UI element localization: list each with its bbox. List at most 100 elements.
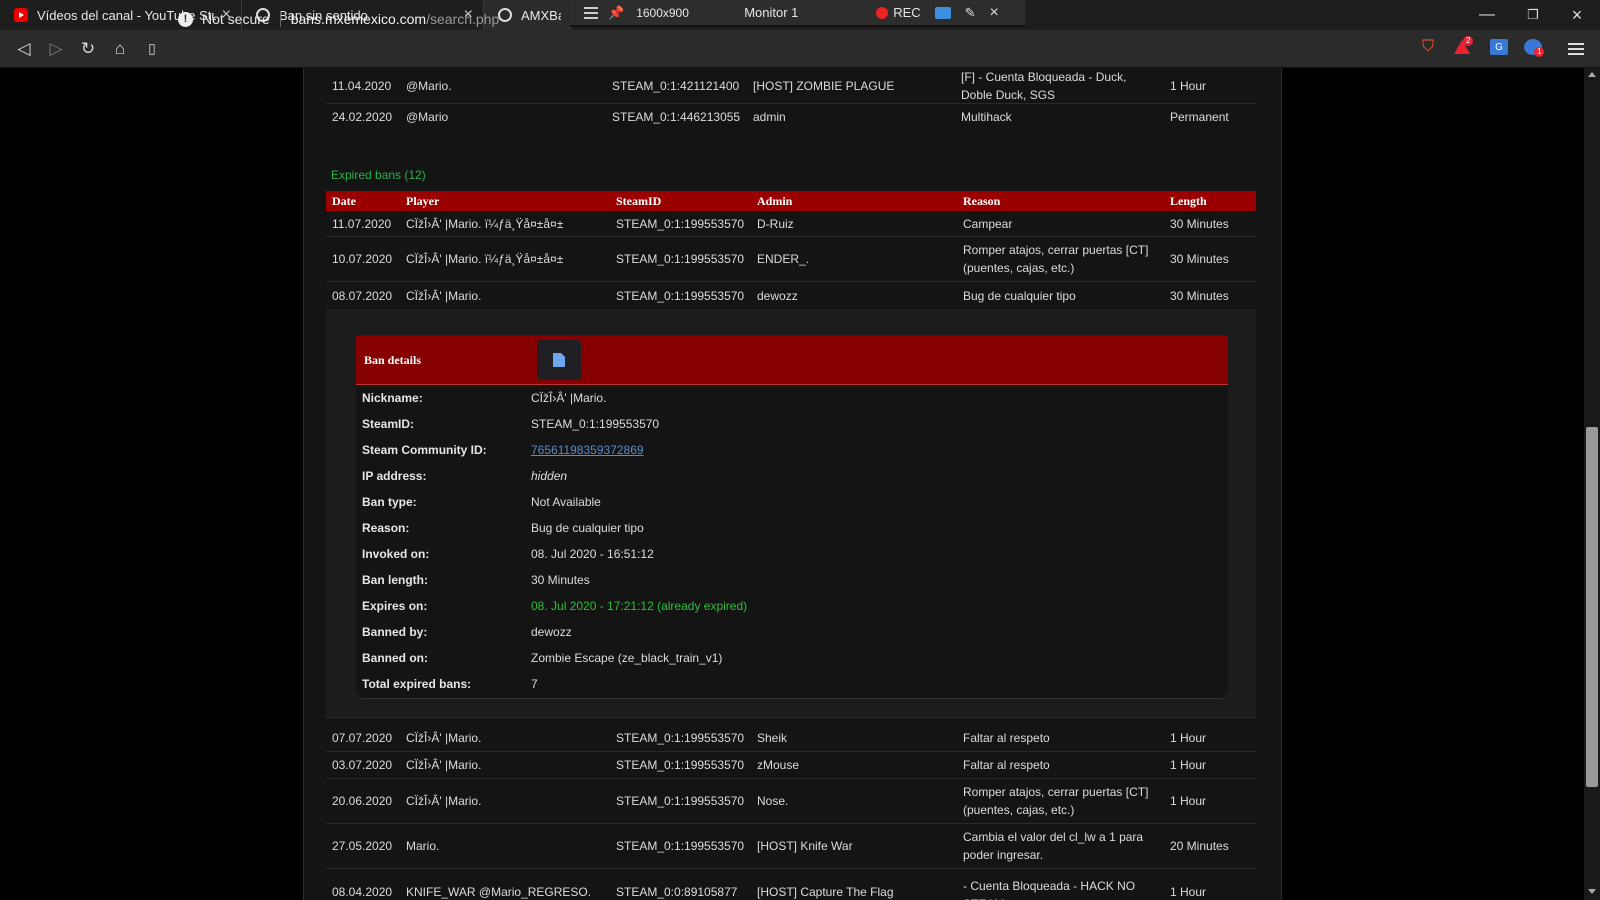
- table-row[interactable]: 11.04.2020 @Mario. STEAM_0:1:421121400 […: [326, 68, 1256, 104]
- ban-admin: admin: [753, 110, 786, 124]
- table-row[interactable]: 11.07.2020 CÏžÎ›Â' |Mario. ï¼ƒä¸Ÿå¤±å¤± …: [326, 211, 1256, 237]
- ban-player: CÏžÎ›Â' |Mario.: [406, 731, 482, 745]
- detail-reason: Bug de cualquier tipo: [531, 521, 644, 535]
- ban-date: 27.05.2020: [332, 839, 393, 853]
- youtube-icon: [14, 8, 28, 22]
- table-row[interactable]: 20.06.2020 CÏžÎ›Â' |Mario. STEAM_0:1:199…: [326, 779, 1256, 824]
- ban-reason: Multihack: [961, 110, 1012, 124]
- ban-reason: Romper atajos, cerrar puertas [CT] (puen…: [963, 243, 1149, 275]
- info-warning-icon[interactable]: !: [178, 11, 193, 27]
- table-header: Date Player SteamID Admin Reason Length: [326, 191, 1256, 211]
- minimize-icon[interactable]: —: [1464, 0, 1510, 30]
- detail-invoked: 08. Jul 2020 - 16:51:12: [531, 547, 654, 561]
- bookmark-icon[interactable]: ▯: [136, 33, 168, 65]
- detail-ip: hidden: [531, 469, 568, 483]
- ban-steamid: STEAM_0:1:199553570: [616, 216, 745, 231]
- detail-steamid: STEAM_0:1:199553570: [531, 417, 660, 431]
- scrollbar-thumb[interactable]: [1586, 427, 1598, 787]
- ban-details-header: Ban details: [356, 335, 1228, 385]
- ban-player: CÏžÎ›Â' |Mario. ï¼ƒä¸Ÿå¤±å¤±: [406, 216, 564, 231]
- ban-length: 30 Minutes: [1170, 216, 1229, 231]
- steam-community-link[interactable]: 76561198359372869: [531, 443, 644, 457]
- ban-reason: Faltar al respeto: [963, 731, 1050, 745]
- security-label[interactable]: Not secure: [202, 11, 270, 27]
- ban-player: @Mario.: [406, 78, 452, 93]
- ban-admin: dewozz: [757, 288, 798, 303]
- detail-label: Reason:: [362, 521, 410, 535]
- detail-label: Ban type:: [362, 495, 417, 509]
- url-field[interactable]: ! Not secure bans.mxemexico.com /search.…: [178, 7, 1413, 31]
- ban-details-panel: Ban details Nickname: CÏžÎ›Â' |Mario. St…: [356, 335, 1228, 698]
- ban-length: 30 Minutes: [1170, 288, 1229, 303]
- column-date: Date: [332, 194, 356, 208]
- table-row[interactable]: 08.04.2020 KNIFE_WAR @Mario_REGRESO. STE…: [326, 869, 1256, 900]
- ban-steamid: STEAM_0:1:199553570: [616, 731, 745, 745]
- column-steamid: SteamID: [616, 194, 662, 208]
- ban-admin: [HOST] Capture The Flag: [757, 884, 894, 899]
- scroll-down-icon[interactable]: [1588, 889, 1596, 894]
- ban-steamid: STEAM_0:1:199553570: [616, 288, 745, 303]
- detail-label: IP address:: [362, 469, 427, 483]
- ban-steamid: STEAM_0:1:446213055: [612, 110, 741, 124]
- reload-icon[interactable]: ↻: [72, 33, 104, 65]
- url-path: /search.php: [426, 11, 500, 27]
- restore-icon[interactable]: ❐: [1510, 0, 1556, 30]
- adblock-icon[interactable]: 2: [1452, 36, 1474, 56]
- ban-steamid: STEAM_0:1:199553570: [616, 252, 745, 266]
- ban-length: Permanent: [1170, 110, 1229, 124]
- ban-date: 10.07.2020: [332, 252, 393, 266]
- table-row[interactable]: 24.02.2020 @Mario STEAM_0:1:446213055 ad…: [326, 104, 1256, 130]
- ban-length: 1 Hour: [1170, 731, 1207, 745]
- window-close-icon[interactable]: ×: [1554, 0, 1600, 30]
- detail-label: Banned on:: [362, 651, 428, 665]
- table-row-selected[interactable]: 08.07.2020 CÏžÎ›Â' |Mario. STEAM_0:1:199…: [326, 282, 1256, 309]
- ban-length: 1 Hour: [1170, 794, 1207, 808]
- ban-reason: Bug de cualquier tipo: [963, 288, 1076, 303]
- ban-admin: [HOST] ZOMBIE PLAGUE: [753, 78, 895, 93]
- detail-ban-type: Not Available: [531, 495, 601, 509]
- home-icon[interactable]: ⌂: [104, 33, 136, 65]
- ban-date: 07.07.2020: [332, 731, 393, 745]
- forward-icon[interactable]: ▷: [40, 33, 72, 65]
- ban-steamid: STEAM_0:1:199553570: [616, 794, 745, 808]
- ban-player: @Mario: [406, 110, 449, 124]
- ban-player: CÏžÎ›Â' |Mario.: [406, 794, 482, 808]
- ban-details-title: Ban details: [364, 353, 422, 367]
- browser-menu-icon[interactable]: [1568, 40, 1584, 58]
- table-row[interactable]: 27.05.2020 Mario. STEAM_0:1:199553570 [H…: [326, 824, 1256, 869]
- brave-shield-icon[interactable]: ⛉: [1418, 38, 1438, 56]
- table-row[interactable]: 03.07.2020 CÏžÎ›Â' |Mario. STEAM_0:1:199…: [326, 752, 1256, 779]
- ban-length: 1 Hour: [1170, 78, 1207, 93]
- table-row[interactable]: 07.07.2020 CÏžÎ›Â' |Mario. STEAM_0:1:199…: [326, 725, 1256, 752]
- ban-length: 30 Minutes: [1170, 252, 1229, 266]
- ban-player: CÏžÎ›Â' |Mario.: [406, 758, 482, 772]
- document-icon: [553, 353, 565, 367]
- ban-reason: [F] - Cuenta Bloqueada - Duck, Doble Duc…: [961, 69, 1127, 102]
- back-icon[interactable]: ◁: [8, 33, 40, 65]
- view-document-button[interactable]: [537, 340, 581, 380]
- ban-reason: Cambia el valor del cl_lw a 1 para poder…: [963, 830, 1144, 862]
- ban-player: CÏžÎ›Â' |Mario. ï¼ƒä¸Ÿå¤±å¤±: [406, 252, 564, 266]
- page-scrollbar[interactable]: [1584, 68, 1600, 900]
- divider: [279, 11, 281, 27]
- ban-admin: [HOST] Knife War: [757, 839, 853, 853]
- detail-label: Nickname:: [362, 391, 423, 405]
- ban-reason: - Cuenta Bloqueada - HACK NO STEAM: [963, 879, 1136, 900]
- detail-label: Ban length:: [362, 573, 428, 587]
- column-player: Player: [406, 194, 440, 208]
- table-row[interactable]: 10.07.2020 CÏžÎ›Â' |Mario. ï¼ƒä¸Ÿå¤±å¤± …: [326, 237, 1256, 282]
- ban-reason: Romper atajos, cerrar puertas [CT] (puen…: [963, 785, 1149, 817]
- detail-label: SteamID:: [362, 417, 415, 431]
- column-reason: Reason: [963, 194, 1001, 208]
- translate-icon[interactable]: G: [1490, 39, 1508, 55]
- ban-steamid: STEAM_0:1:199553570: [616, 839, 745, 853]
- ban-date: 03.07.2020: [332, 758, 393, 772]
- scroll-up-icon[interactable]: [1588, 72, 1596, 77]
- detail-label: Banned by:: [362, 625, 428, 639]
- ban-steamid: STEAM_0:1:199553570: [616, 758, 745, 772]
- ban-player: Mario.: [406, 839, 440, 853]
- ban-length: 20 Minutes: [1170, 839, 1229, 853]
- detail-total-expired: 7: [531, 677, 538, 691]
- detail-label: Invoked on:: [362, 547, 430, 561]
- profile-extension-icon[interactable]: 1: [1524, 39, 1545, 57]
